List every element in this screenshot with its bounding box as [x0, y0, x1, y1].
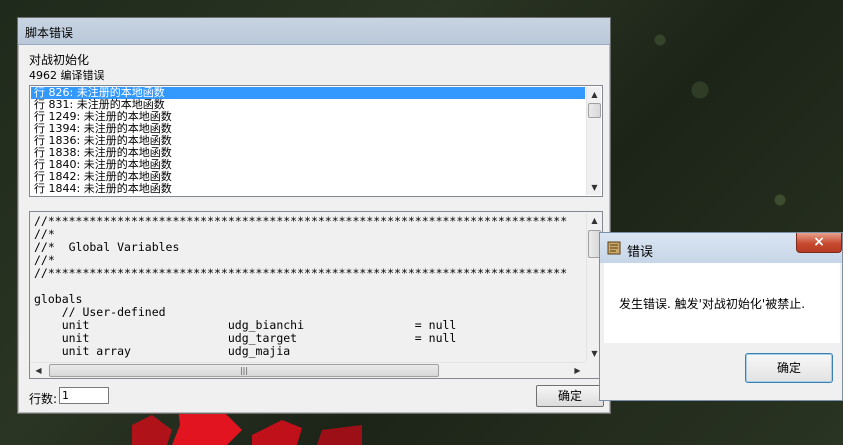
code-line: //**************************************… — [34, 214, 568, 228]
hscroll-thumb[interactable]: ||| — [49, 364, 439, 377]
scroll-left-icon[interactable]: ◀ — [31, 363, 46, 378]
dialog-message: 发生错误. 触发'对战初始化'被禁止. — [619, 297, 806, 311]
script-error-window: 脚本错误 对战初始化 4962 编译错误 行 826: 未注册的本地函数行 83… — [17, 17, 611, 414]
code-text: //**************************************… — [31, 213, 585, 361]
code-line: //**************************************… — [34, 266, 568, 280]
scroll-app-icon — [607, 241, 621, 255]
error-list[interactable]: 行 826: 未注册的本地函数行 831: 未注册的本地函数行 1249: 未注… — [29, 85, 603, 197]
code-line: unit array udg_majia — [34, 344, 291, 358]
error-dialog: 错误 × 发生错误. 触发'对战初始化'被禁止. 确定 — [599, 232, 843, 401]
line-number-label: 行数: — [29, 392, 58, 406]
scroll-right-icon[interactable]: ▶ — [570, 363, 585, 378]
close-icon[interactable]: × — [796, 233, 842, 253]
scroll-down-icon[interactable]: ▼ — [587, 180, 602, 195]
window-title: 脚本错误 — [18, 18, 610, 45]
scroll-thumb[interactable] — [588, 103, 601, 118]
dialog-title: 错误 — [627, 245, 654, 260]
error-summary: 4962 编译错误 — [29, 69, 105, 82]
code-hscrollbar[interactable]: ◀ ||| ▶ — [31, 362, 585, 377]
scroll-up-icon[interactable]: ▲ — [587, 87, 602, 102]
trigger-name: 对战初始化 — [29, 53, 90, 67]
line-number-input[interactable]: 1 — [59, 387, 109, 404]
code-line: //* Global Variables — [34, 240, 180, 254]
error-list-items: 行 826: 未注册的本地函数行 831: 未注册的本地函数行 1249: 未注… — [31, 87, 585, 195]
dialog-body: 发生错误. 触发'对战初始化'被禁止. — [604, 263, 840, 343]
dialog-ok-button[interactable]: 确定 — [745, 353, 833, 383]
scroll-up-icon[interactable]: ▲ — [587, 213, 602, 228]
error-list-scrollbar[interactable]: ▲ ▼ — [586, 87, 601, 195]
error-list-item[interactable]: 行 1844: 未注册的本地函数 — [31, 183, 585, 195]
ok-button[interactable]: 确定 — [536, 385, 604, 407]
code-view[interactable]: //**************************************… — [29, 211, 603, 379]
dialog-titlebar: 错误 × — [600, 233, 842, 263]
window-panel: 对战初始化 4962 编译错误 行 826: 未注册的本地函数行 831: 未注… — [21, 45, 607, 410]
